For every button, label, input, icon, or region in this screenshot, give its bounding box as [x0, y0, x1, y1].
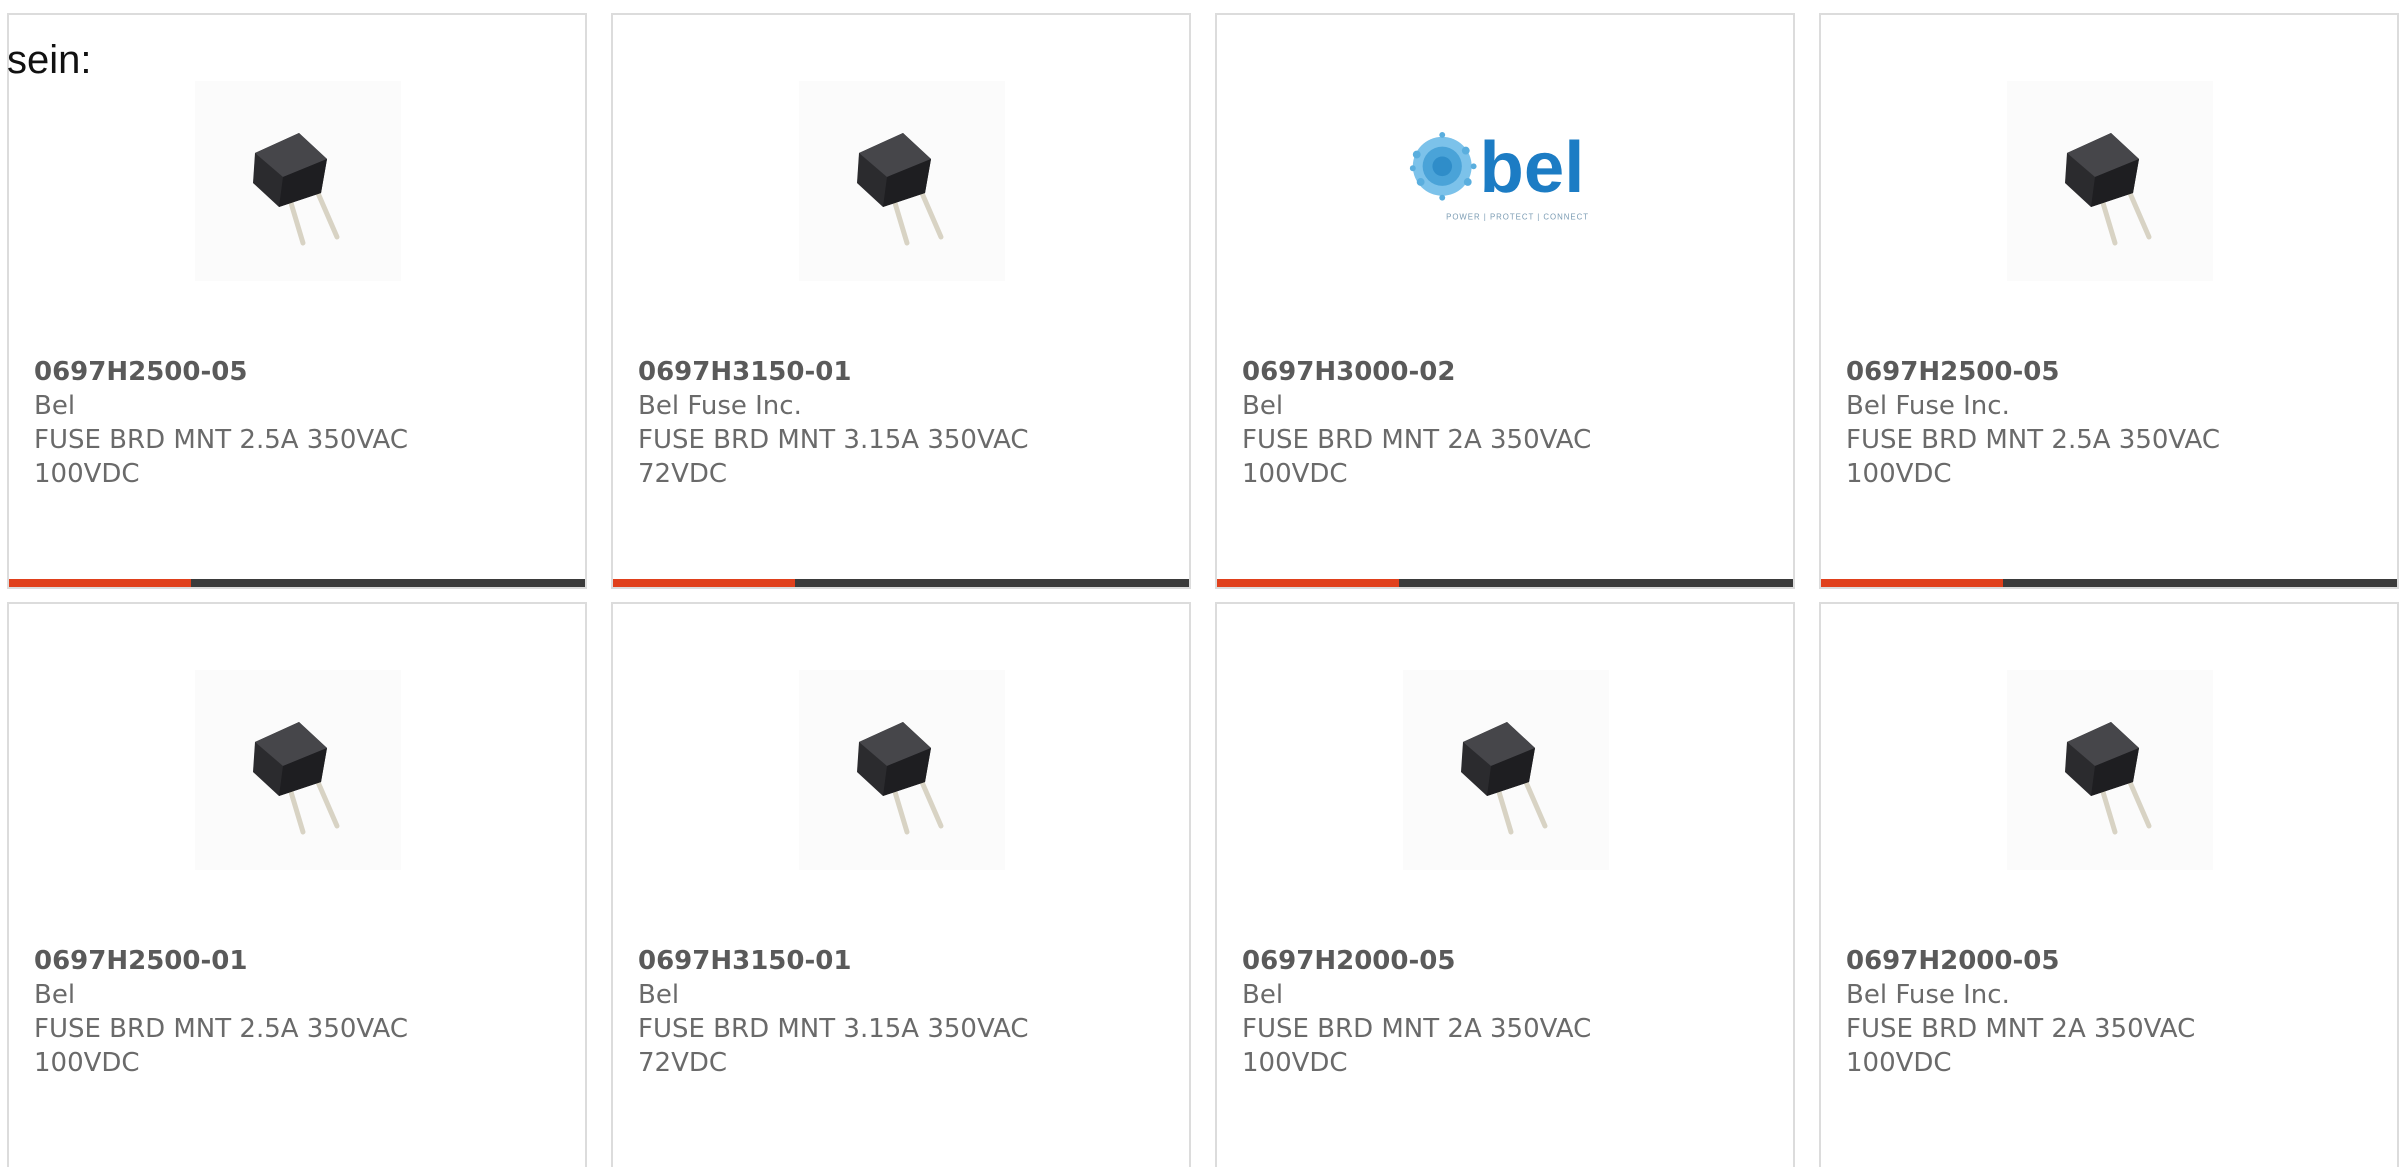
part-number[interactable]: 0697H2000-05 [1846, 944, 2195, 978]
manufacturer: Bel [638, 980, 680, 1010]
product-card[interactable]: 0697H2000-05 Bel FUSE BRD MNT 2A 350VAC … [1215, 602, 1795, 1167]
manufacturer: Bel Fuse Inc. [1846, 980, 2010, 1010]
part-number[interactable]: 0697H2500-05 [1846, 355, 2220, 389]
product-info: 0697H2500-05 Bel FUSE BRD MNT 2.5A 350VA… [34, 355, 408, 491]
part-number[interactable]: 0697H2500-05 [34, 355, 408, 389]
fuse-icon [1461, 722, 1548, 835]
product-image[interactable] [1403, 670, 1609, 870]
description-line1: FUSE BRD MNT 2A 350VAC [1846, 1014, 2196, 1044]
product-info: 0697H2500-01 Bel FUSE BRD MNT 2.5A 350VA… [34, 944, 408, 1080]
card-accent-bar [9, 579, 191, 587]
product-card[interactable]: 0697H2500-01 Bel FUSE BRD MNT 2.5A 350VA… [7, 602, 587, 1167]
description-line2: 100VDC [34, 1048, 140, 1078]
manufacturer: Bel Fuse Inc. [1846, 391, 2010, 421]
product-info: 0697H2000-05 Bel FUSE BRD MNT 2A 350VAC … [1242, 944, 1591, 1080]
description-line1: FUSE BRD MNT 2.5A 350VAC [1846, 425, 2221, 455]
description-line2: 72VDC [638, 1048, 728, 1078]
description-line1: FUSE BRD MNT 2.5A 350VAC [34, 425, 409, 455]
bel-logo-text: bel [1480, 127, 1585, 208]
fuse-icon [2065, 722, 2152, 835]
description-line1: FUSE BRD MNT 2.5A 350VAC [34, 1014, 409, 1044]
product-card[interactable]: bel POWER | PROTECT | CONNECT 0697H3000-… [1215, 13, 1795, 589]
card-accent-bar [1217, 579, 1399, 587]
fuse-icon [2065, 133, 2152, 246]
product-card[interactable]: 0697H3150-01 Bel Fuse Inc. FUSE BRD MNT … [611, 13, 1191, 589]
description-line2: 100VDC [1242, 1048, 1348, 1078]
product-card[interactable]: 0697H2000-05 Bel Fuse Inc. FUSE BRD MNT … [1819, 602, 2399, 1167]
description-line2: 100VDC [1242, 459, 1348, 489]
product-card[interactable]: 0697H2500-05 Bel Fuse Inc. FUSE BRD MNT … [1819, 13, 2399, 589]
description-line2: 72VDC [638, 459, 728, 489]
product-info: 0697H3000-02 Bel FUSE BRD MNT 2A 350VAC … [1242, 355, 1591, 491]
manufacturer: Bel [1242, 391, 1284, 421]
product-info: 0697H3150-01 Bel Fuse Inc. FUSE BRD MNT … [638, 355, 1029, 491]
card-bottom-bar [1821, 579, 2397, 587]
part-number[interactable]: 0697H3000-02 [1242, 355, 1591, 389]
manufacturer: Bel [34, 391, 76, 421]
manufacturer: Bel [1242, 980, 1284, 1010]
part-number[interactable]: 0697H2500-01 [34, 944, 408, 978]
product-image[interactable] [195, 81, 401, 281]
description-line1: FUSE BRD MNT 2A 350VAC [1242, 1014, 1592, 1044]
description-line2: 100VDC [1846, 459, 1952, 489]
product-image[interactable] [2007, 81, 2213, 281]
bel-logo-tagline: POWER | PROTECT | CONNECT [1446, 212, 1589, 221]
product-image[interactable] [799, 670, 1005, 870]
product-card[interactable]: 0697H2500-05 Bel FUSE BRD MNT 2.5A 350VA… [7, 13, 587, 589]
description-line1: FUSE BRD MNT 3.15A 350VAC [638, 1014, 1029, 1044]
fuse-icon [857, 133, 944, 246]
product-grid: 0697H2500-05 Bel FUSE BRD MNT 2.5A 350VA… [7, 13, 2399, 1167]
description-line2: 100VDC [1846, 1048, 1952, 1078]
card-bottom-bar [613, 579, 1189, 587]
card-bottom-bar [9, 579, 585, 587]
part-number[interactable]: 0697H2000-05 [1242, 944, 1591, 978]
product-image[interactable] [195, 670, 401, 870]
part-number[interactable]: 0697H3150-01 [638, 944, 1029, 978]
description-line1: FUSE BRD MNT 2A 350VAC [1242, 425, 1592, 455]
description-line2: 100VDC [34, 459, 140, 489]
product-info: 0697H2500-05 Bel Fuse Inc. FUSE BRD MNT … [1846, 355, 2220, 491]
card-accent-bar [1821, 579, 2003, 587]
fuse-icon [253, 133, 340, 246]
part-number[interactable]: 0697H3150-01 [638, 355, 1029, 389]
card-accent-bar [613, 579, 795, 587]
fuse-icon [253, 722, 340, 835]
product-card[interactable]: 0697H3150-01 Bel FUSE BRD MNT 3.15A 350V… [611, 602, 1191, 1167]
card-bottom-bar [1217, 579, 1793, 587]
product-image[interactable] [2007, 670, 2213, 870]
fuse-icon [857, 722, 944, 835]
product-info: 0697H3150-01 Bel FUSE BRD MNT 3.15A 350V… [638, 944, 1029, 1080]
product-info: 0697H2000-05 Bel Fuse Inc. FUSE BRD MNT … [1846, 944, 2195, 1080]
product-image[interactable]: bel POWER | PROTECT | CONNECT [1403, 81, 1609, 281]
manufacturer: Bel Fuse Inc. [638, 391, 802, 421]
intro-text: sein: [7, 38, 92, 82]
description-line1: FUSE BRD MNT 3.15A 350VAC [638, 425, 1029, 455]
bel-logo-icon: bel POWER | PROTECT | CONNECT [1409, 127, 1589, 221]
manufacturer: Bel [34, 980, 76, 1010]
product-image[interactable] [799, 81, 1005, 281]
